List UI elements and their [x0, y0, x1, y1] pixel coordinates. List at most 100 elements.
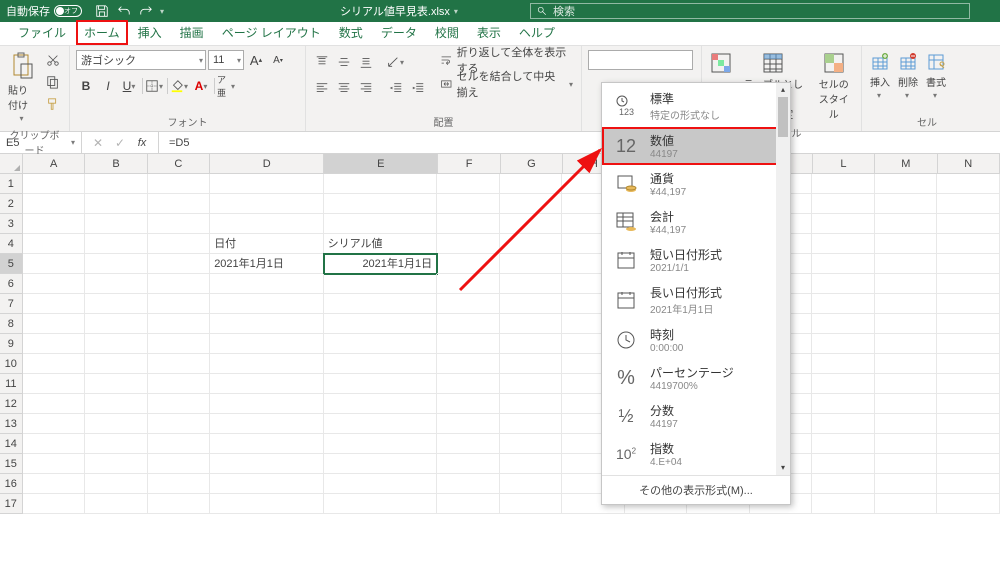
- cell[interactable]: [148, 414, 211, 434]
- cell[interactable]: [937, 494, 1000, 514]
- merge-center-button[interactable]: セルを結合して中央揃え▾: [440, 74, 575, 94]
- cell[interactable]: [324, 334, 437, 354]
- cell[interactable]: [324, 374, 437, 394]
- cell[interactable]: [148, 214, 211, 234]
- cell[interactable]: [23, 234, 86, 254]
- cell[interactable]: [23, 354, 86, 374]
- cell[interactable]: 日付: [210, 234, 323, 254]
- format-option-標準[interactable]: 123標準特定の形式なし: [602, 85, 790, 127]
- cell[interactable]: [23, 454, 86, 474]
- formula-input[interactable]: =D5: [159, 137, 190, 149]
- format-option-パーセンテージ[interactable]: %パーセンテージ4419700%: [602, 359, 790, 397]
- cell[interactable]: [875, 494, 938, 514]
- font-color-button[interactable]: A▾: [192, 76, 212, 96]
- cell[interactable]: [85, 374, 148, 394]
- orientation-button[interactable]: ▾: [386, 52, 406, 72]
- tab-review[interactable]: 校閲: [427, 20, 467, 45]
- format-option-時刻[interactable]: 時刻0:00:00: [602, 321, 790, 359]
- worksheet-grid[interactable]: ABCDEFGHIJKLMN 1234日付シリアル値52021年1月1日2021…: [0, 154, 1000, 514]
- cell[interactable]: [148, 294, 211, 314]
- cell[interactable]: [500, 494, 563, 514]
- cell[interactable]: [500, 234, 563, 254]
- wrap-text-button[interactable]: 折り返して全体を表示する: [440, 50, 575, 70]
- cell[interactable]: [210, 434, 323, 454]
- cell[interactable]: [23, 194, 86, 214]
- cell[interactable]: [148, 474, 211, 494]
- cell[interactable]: [937, 474, 1000, 494]
- cell[interactable]: [210, 294, 323, 314]
- row-header[interactable]: 15: [0, 454, 23, 474]
- cell[interactable]: [85, 234, 148, 254]
- enter-formula-button[interactable]: ✓: [110, 133, 130, 153]
- col-header-F[interactable]: F: [438, 154, 500, 174]
- cell[interactable]: [324, 274, 437, 294]
- italic-button[interactable]: I: [98, 76, 118, 96]
- cell[interactable]: [437, 494, 500, 514]
- cell[interactable]: [148, 454, 211, 474]
- cell[interactable]: [210, 354, 323, 374]
- col-header-D[interactable]: D: [210, 154, 324, 174]
- cell[interactable]: [937, 254, 1000, 274]
- search-input[interactable]: 検索: [530, 3, 970, 19]
- scroll-thumb[interactable]: [778, 97, 788, 137]
- format-option-分数[interactable]: ½分数44197: [602, 397, 790, 435]
- font-size-select[interactable]: 11▾: [208, 50, 244, 70]
- cell[interactable]: [210, 394, 323, 414]
- tab-data[interactable]: データ: [373, 20, 425, 45]
- cell[interactable]: [500, 174, 563, 194]
- toggle-switch[interactable]: オフ: [54, 5, 82, 17]
- cell[interactable]: [812, 374, 875, 394]
- cell[interactable]: [937, 394, 1000, 414]
- font-name-select[interactable]: 游ゴシック▾: [76, 50, 206, 70]
- cell[interactable]: [437, 174, 500, 194]
- cell[interactable]: [937, 454, 1000, 474]
- cell[interactable]: [937, 234, 1000, 254]
- cell[interactable]: [324, 454, 437, 474]
- cell[interactable]: 2021年1月1日: [324, 254, 437, 274]
- col-header-L[interactable]: L: [813, 154, 875, 174]
- cell[interactable]: [85, 394, 148, 414]
- cell[interactable]: [23, 274, 86, 294]
- cell[interactable]: [148, 374, 211, 394]
- cell[interactable]: [812, 314, 875, 334]
- cell[interactable]: [148, 194, 211, 214]
- cell[interactable]: [324, 434, 437, 454]
- cell[interactable]: [937, 414, 1000, 434]
- cell[interactable]: [324, 174, 437, 194]
- cell[interactable]: [324, 394, 437, 414]
- cell[interactable]: [85, 434, 148, 454]
- increase-font-button[interactable]: A▴: [246, 50, 266, 70]
- row-header[interactable]: 3: [0, 214, 23, 234]
- cell[interactable]: [210, 334, 323, 354]
- cell[interactable]: [875, 254, 938, 274]
- fill-color-button[interactable]: ▾: [170, 76, 190, 96]
- cell[interactable]: [23, 414, 86, 434]
- tab-formulas[interactable]: 数式: [331, 20, 371, 45]
- cell[interactable]: [210, 274, 323, 294]
- cell[interactable]: [210, 454, 323, 474]
- cell[interactable]: [437, 474, 500, 494]
- cell[interactable]: [875, 454, 938, 474]
- format-option-通貨[interactable]: 通貨¥44,197: [602, 165, 790, 203]
- cell[interactable]: [437, 454, 500, 474]
- align-middle-button[interactable]: [334, 52, 354, 72]
- cell[interactable]: [437, 414, 500, 434]
- row-header[interactable]: 5: [0, 254, 23, 274]
- cell[interactable]: [500, 474, 563, 494]
- cell[interactable]: [85, 274, 148, 294]
- cell[interactable]: [324, 494, 437, 514]
- tab-page-layout[interactable]: ページ レイアウト: [214, 20, 329, 45]
- align-bottom-button[interactable]: [356, 52, 376, 72]
- cell[interactable]: [500, 354, 563, 374]
- cell[interactable]: [812, 414, 875, 434]
- cell[interactable]: [23, 434, 86, 454]
- cell[interactable]: [812, 434, 875, 454]
- cell[interactable]: [500, 334, 563, 354]
- cell[interactable]: [500, 414, 563, 434]
- cell[interactable]: [875, 334, 938, 354]
- cell[interactable]: [324, 474, 437, 494]
- cell[interactable]: [23, 474, 86, 494]
- col-header-E[interactable]: E: [324, 154, 438, 174]
- border-button[interactable]: ▾: [145, 76, 165, 96]
- cell[interactable]: [23, 294, 86, 314]
